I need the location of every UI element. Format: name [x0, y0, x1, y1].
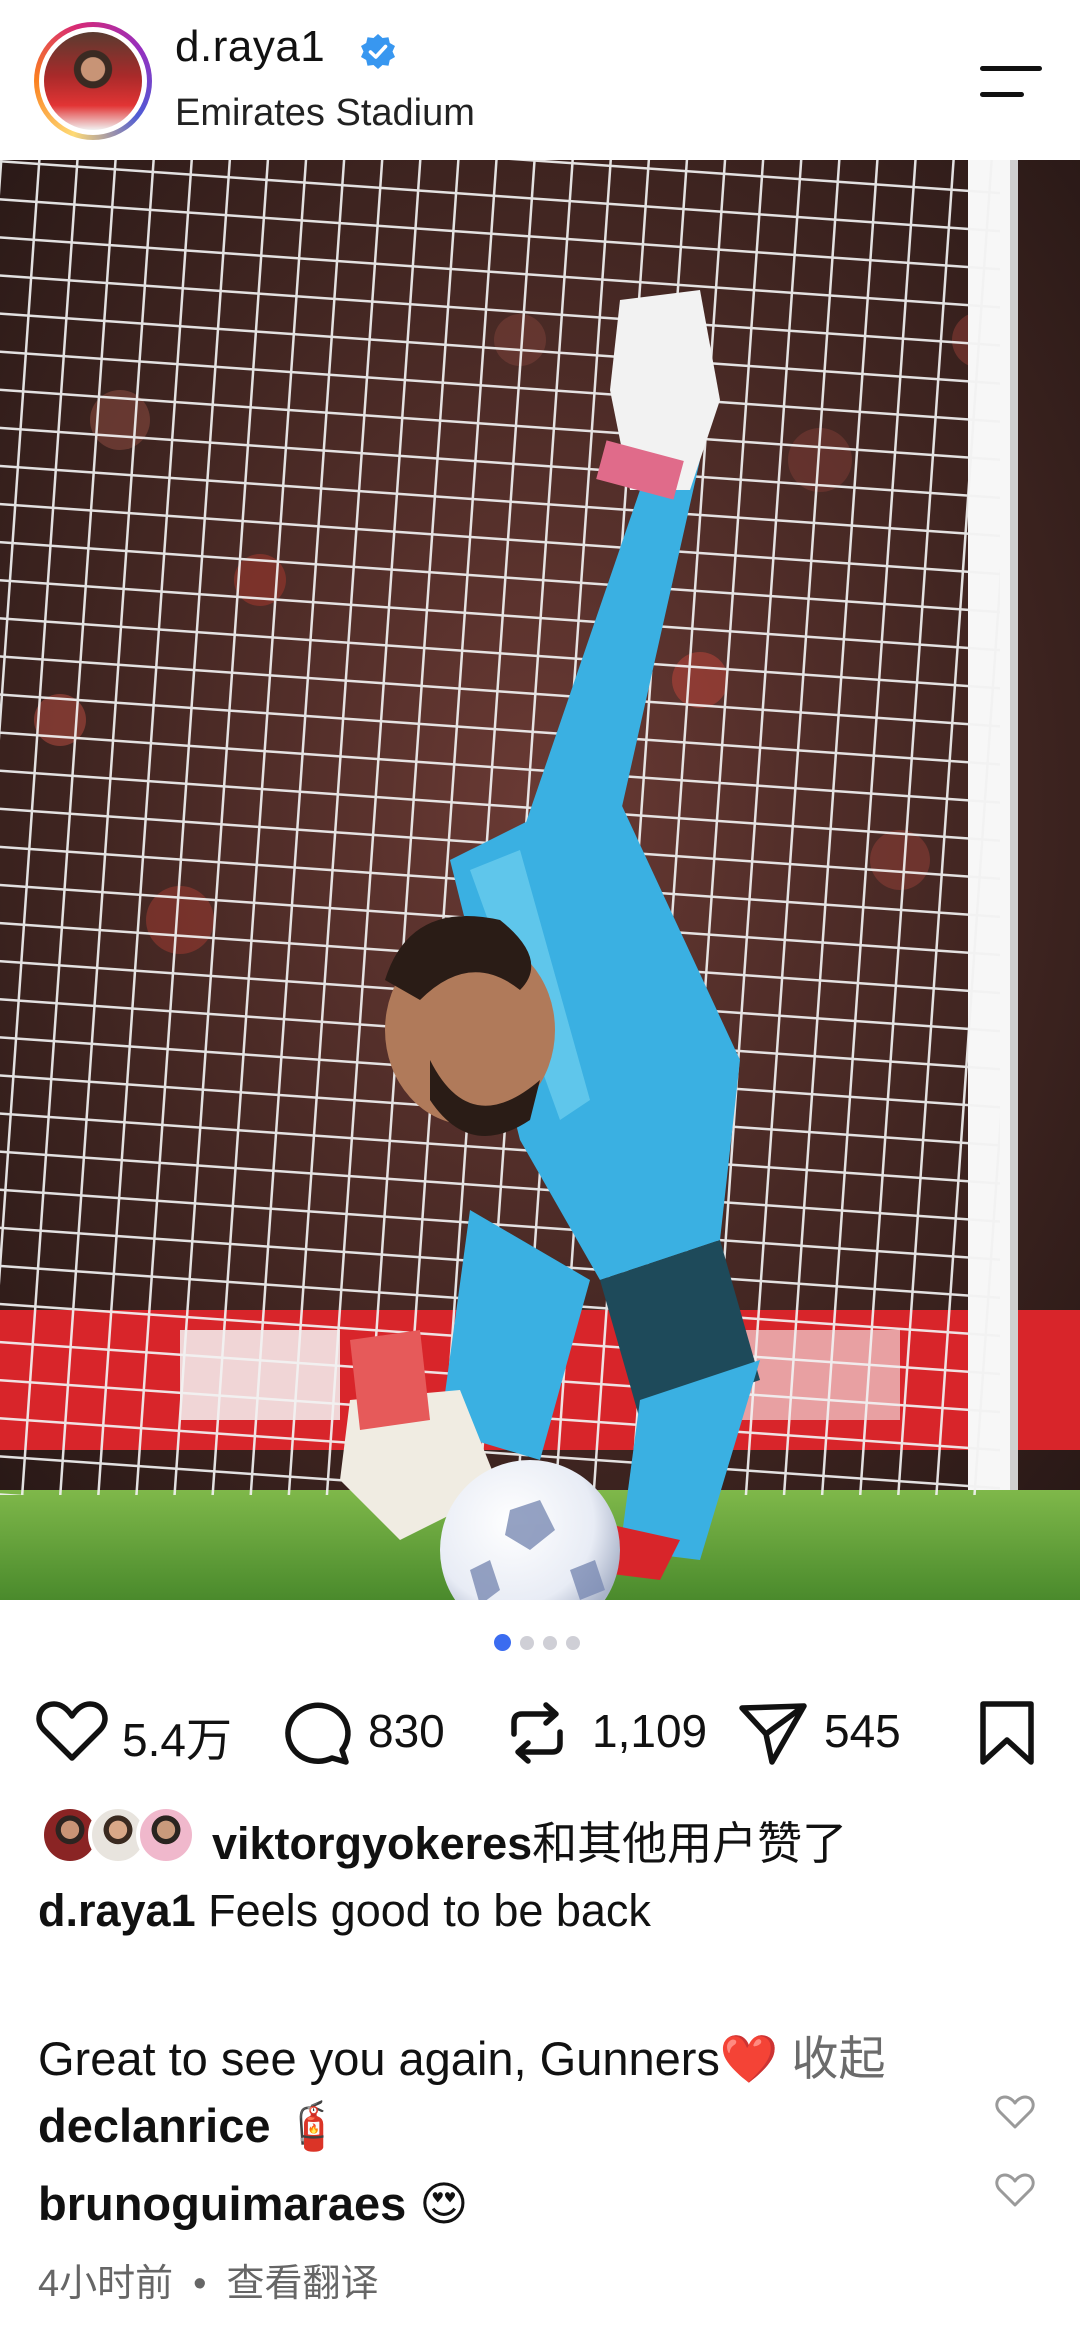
carousel-dot[interactable] — [566, 1636, 580, 1650]
liked-by-suffix: 和其他用户赞了 — [532, 1818, 848, 1869]
share-icon — [739, 1703, 807, 1765]
repost-icon — [511, 1702, 563, 1764]
carousel-indicator[interactable] — [0, 1634, 1080, 1654]
like-count[interactable]: 5.4万 — [122, 1704, 232, 1770]
repost-count[interactable]: 1,109 — [592, 1704, 707, 1758]
bookmark-button[interactable] — [978, 1690, 1044, 1770]
bookmark-icon — [980, 1701, 1034, 1765]
liked-by-row[interactable]: viktorgyokeres和其他用户赞了 — [0, 1805, 1080, 1869]
carousel-dot[interactable] — [520, 1636, 534, 1650]
translate-link[interactable]: 查看翻译 — [226, 2263, 378, 2305]
post-photo[interactable] — [0, 160, 1080, 1600]
liker-avatar[interactable] — [136, 1805, 196, 1865]
comment-text: 🧯 — [283, 2099, 343, 2152]
comment-count[interactable]: 830 — [368, 1704, 445, 1758]
comment-row[interactable]: declanrice 🧯 — [38, 2098, 342, 2154]
username[interactable]: d.raya1 — [175, 22, 325, 72]
post-header: d.raya1 Emirates Stadium — [0, 0, 1080, 160]
carousel-dot-active[interactable] — [494, 1634, 511, 1651]
avatar[interactable] — [44, 32, 142, 130]
verified-badge-icon — [361, 34, 395, 69]
like-button[interactable]: 5.4万 — [36, 1690, 246, 1770]
comment-row[interactable]: brunoguimaraes 😍 — [38, 2176, 468, 2232]
location-link[interactable]: Emirates Stadium — [175, 92, 475, 135]
share-count[interactable]: 545 — [824, 1704, 901, 1758]
caption-username[interactable]: d.raya1 — [38, 1885, 196, 1936]
post-time: 4小时前 — [38, 2263, 174, 2305]
carousel-dot[interactable] — [543, 1636, 557, 1650]
comment-button[interactable]: 830 — [284, 1690, 474, 1770]
comment-username[interactable]: brunoguimaraes — [38, 2177, 406, 2230]
comment-text: 😍 — [419, 2177, 469, 2230]
liker-username[interactable]: viktorgyokeres — [212, 1818, 532, 1869]
comment-like-icon[interactable] — [995, 2172, 1035, 2208]
post-meta: 4小时前 • 查看翻译 — [38, 2252, 378, 2307]
collapse-link[interactable]: 收起 — [792, 2032, 886, 2085]
separator-dot: • — [193, 2263, 207, 2305]
comment-like-icon[interactable] — [995, 2094, 1035, 2130]
heart-icon — [36, 1701, 108, 1761]
caption-line2-row: Great to see you again, Gunners❤️ 收起 — [38, 2020, 886, 2089]
comment-username[interactable]: declanrice — [38, 2099, 271, 2152]
action-bar: 5.4万 830 1,109 545 — [0, 1690, 1080, 1770]
caption-line1: Feels good to be back — [208, 1885, 651, 1936]
share-button[interactable]: 545 — [738, 1690, 928, 1770]
liked-by-text[interactable]: viktorgyokeres和其他用户赞了 — [212, 1807, 847, 1872]
repost-button[interactable]: 1,109 — [506, 1690, 716, 1770]
caption: d.raya1 Feels good to be back — [38, 1885, 651, 1937]
menu-icon[interactable] — [980, 58, 1046, 108]
comment-icon — [285, 1702, 351, 1765]
caption-line2: Great to see you again, Gunners❤️ — [38, 2032, 779, 2085]
goalkeeper-save-image — [0, 160, 1080, 1600]
